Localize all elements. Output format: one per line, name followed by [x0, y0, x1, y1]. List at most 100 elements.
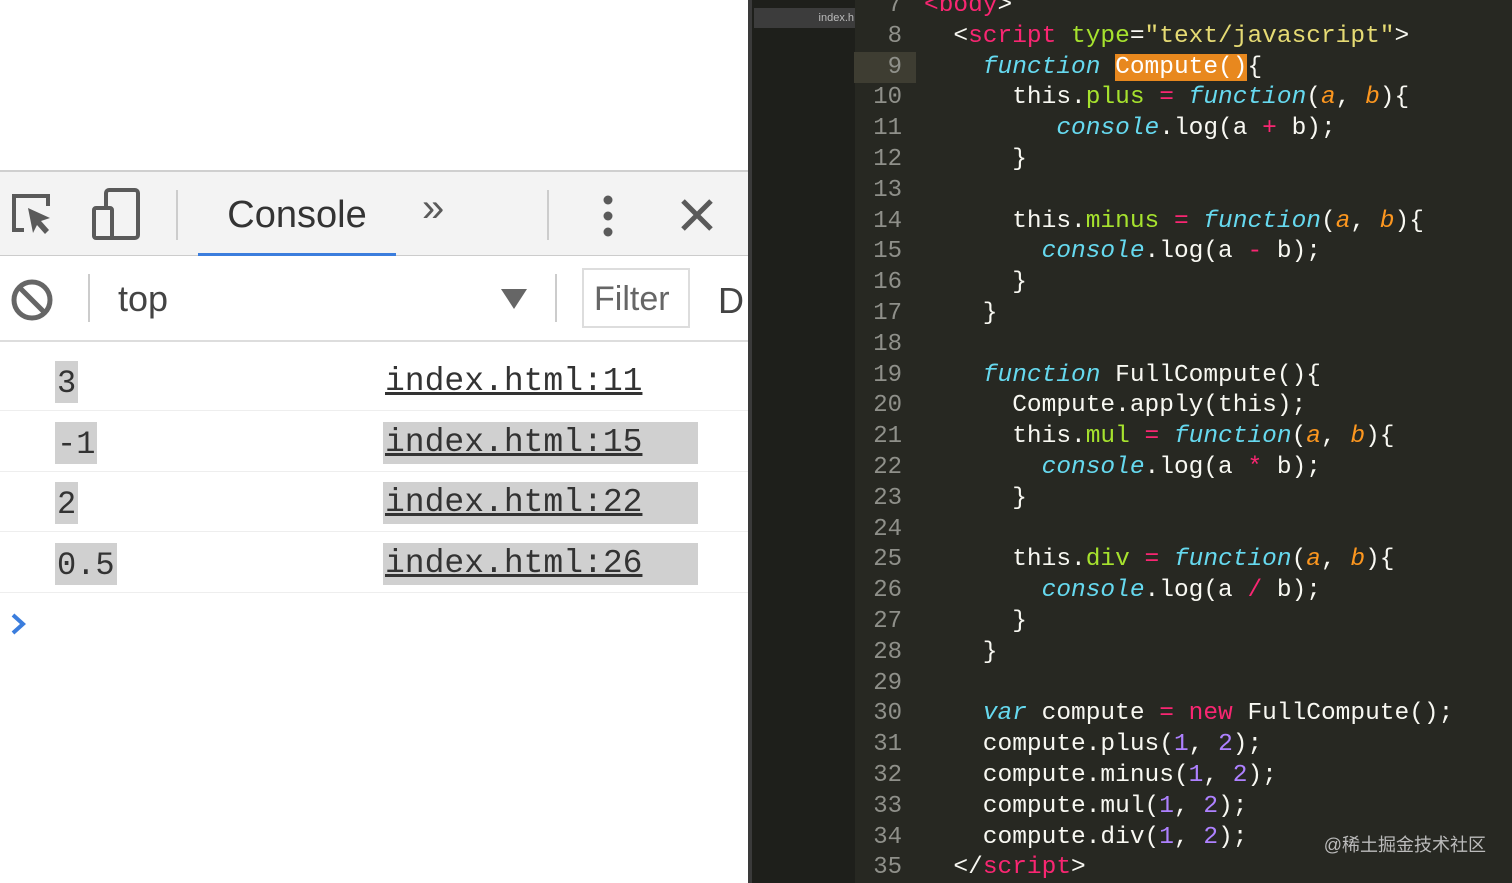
code-token-tag: script: [982, 854, 1072, 882]
code-token-txt: this.: [924, 207, 1086, 235]
code-token-op: =: [1144, 546, 1160, 574]
code-token-txt: ,: [1173, 792, 1204, 820]
context-selector[interactable]: top: [118, 278, 168, 320]
devtools-panel: Console » top Filter D 3 index.html:11 -1 i…: [0, 0, 748, 883]
code-token-num: 1: [1188, 762, 1204, 789]
source-link[interactable]: index.html:22: [383, 482, 698, 524]
default-levels-button[interactable]: D: [718, 280, 744, 322]
source-link[interactable]: index.html:26: [383, 542, 698, 585]
more-options-icon[interactable]: [600, 194, 616, 240]
code-token-kw: function: [1173, 423, 1292, 451]
line-number: 9: [854, 51, 916, 83]
code-line: var compute = new FullCompute();: [924, 698, 1454, 729]
line-number: 18: [873, 330, 902, 358]
code-token-txt: this.: [924, 546, 1086, 574]
code-token-txt: }: [924, 269, 1027, 297]
code-token-num: 1: [1159, 792, 1174, 820]
code-token-txt: ,: [1335, 84, 1366, 112]
code-token-txt: ){: [1394, 207, 1424, 235]
dropdown-arrow-icon[interactable]: [500, 288, 528, 310]
code-editor: index.h 7 8 9 10 11 12 13 14 15 16 17 18 19 20 21 22 23 2…: [748, 0, 1512, 883]
line-number: 8: [887, 22, 902, 50]
code-token-txt: ,: [1350, 207, 1380, 235]
code-token-txt: b);: [1276, 115, 1336, 143]
tab-console[interactable]: Console: [198, 172, 396, 258]
code-token-txt: (: [1320, 207, 1336, 235]
code-token-txt: .log(a: [1144, 454, 1248, 481]
device-toolbar-icon[interactable]: [92, 188, 142, 242]
line-number: 12: [873, 146, 902, 173]
clear-console-icon[interactable]: [10, 278, 54, 322]
code-token-hl: Compute(): [1115, 53, 1248, 81]
code-token-num: 2: [1232, 762, 1248, 789]
log-value: 0.5: [55, 542, 117, 585]
code-token-kw: console: [1041, 238, 1145, 266]
line-number: 27: [873, 608, 902, 635]
code-token-txt: >: [1071, 854, 1086, 882]
line-number: 16: [873, 269, 902, 297]
source-link[interactable]: index.html:15: [383, 421, 698, 464]
code-token-tag: <: [924, 0, 939, 19]
code-token-txt: compute: [1026, 700, 1160, 728]
code-token-txt: }: [924, 608, 1027, 635]
code-line: compute.plus(1, 2);: [924, 729, 1262, 760]
code-token-txt: </: [924, 854, 983, 882]
code-token-kw: console: [1041, 454, 1145, 481]
code-line: function FullCompute(){: [924, 360, 1321, 391]
code-token-txt: compute.div(: [924, 823, 1160, 851]
code-line: this.plus = function(a, b){: [924, 82, 1409, 113]
code-token-txt: compute.plus(: [924, 731, 1174, 759]
code-token-op: -: [1247, 238, 1263, 266]
console-filter-bar: top Filter D: [0, 256, 748, 342]
code-token-op: =: [1173, 207, 1189, 235]
more-tabs-button[interactable]: »: [422, 186, 444, 231]
filter-input[interactable]: Filter: [582, 268, 690, 328]
code-token-num: 2: [1203, 823, 1219, 851]
code-token-txt: .log(a: [1144, 577, 1248, 605]
code-line: this.minus = function(a, b){: [924, 206, 1424, 237]
code-token-txt: }: [924, 638, 998, 666]
code-token-param: a: [1306, 546, 1321, 574]
inspect-element-icon[interactable]: [10, 192, 56, 238]
code-token-txt: (: [1291, 546, 1307, 574]
source-link[interactable]: index.html:11: [383, 361, 698, 403]
console-message-row: 0.5 index.html:26: [0, 533, 748, 593]
line-number: 7: [887, 0, 902, 19]
code-token-txt: }: [924, 146, 1027, 173]
code-token-prop: plus: [1085, 84, 1145, 112]
code-token-op: =: [1159, 84, 1174, 112]
code-line: }: [924, 637, 998, 668]
code-token-str: "text/javascript": [1144, 22, 1395, 50]
code-token-kw: console: [1056, 115, 1160, 143]
code-token-txt: ){: [1379, 84, 1410, 112]
code-token-op: =: [1159, 700, 1174, 728]
prompt-chevron-icon[interactable]: [10, 612, 28, 636]
tab-label: Console: [227, 194, 367, 236]
code-token-txt: compute.mul(: [924, 792, 1160, 820]
line-number: 24: [873, 515, 902, 543]
code-token-kw: function: [982, 53, 1101, 81]
code-line: console.log(a - b);: [924, 236, 1321, 267]
log-value: 3: [55, 361, 79, 403]
code-token-txt: this.: [924, 423, 1086, 451]
code-token-txt: (: [1306, 84, 1321, 112]
code-token-kw: function: [982, 361, 1101, 389]
code-token-kw: function: [1188, 84, 1307, 112]
divider: [547, 190, 549, 240]
divider: [555, 274, 557, 322]
divider: [176, 190, 178, 240]
code-line: console.log(a + b);: [924, 113, 1336, 144]
code-line: }: [924, 606, 1027, 637]
code-token-txt: =: [1129, 22, 1145, 50]
code-token-param: a: [1306, 423, 1321, 451]
close-icon[interactable]: [680, 198, 714, 232]
code-token-txt: .log(a: [1159, 115, 1263, 143]
